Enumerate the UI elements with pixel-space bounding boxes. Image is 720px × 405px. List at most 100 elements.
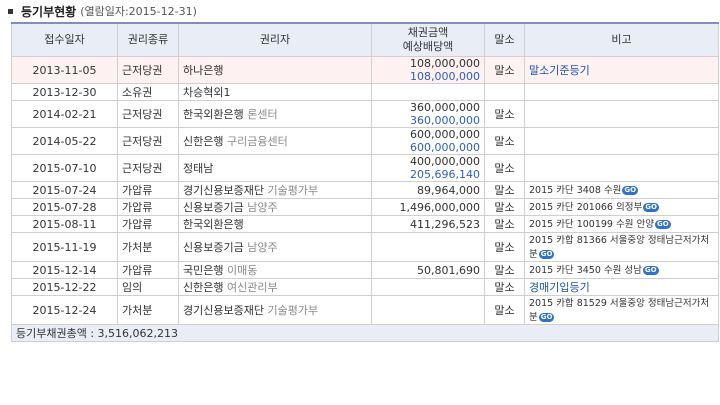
amount-value: 89,964,000 [417,183,480,197]
cell-date: 2015-08-11 [11,215,118,233]
holder-name: 신한은행 [183,135,224,148]
cell-date: 2014-05-22 [11,127,118,155]
remark-text: 2015 카합 81366 서울중앙 정태남근저가처분 [529,235,710,260]
go-button[interactable]: GO [643,202,659,212]
cell-cancel: 말소 [484,215,525,233]
cell-amount: 1,496,000,000 [371,198,485,216]
cell-date: 2013-11-05 [11,56,118,84]
amount-value: 360,000,000 [410,101,480,115]
col-header-amount: 채권금액 예상배당액 [371,22,485,57]
cell-date: 2015-07-28 [11,198,118,216]
cell-amount: 89,964,000 [371,181,485,199]
cell-type: 근저당권 [117,56,179,84]
cell-remarks [524,127,719,155]
go-button[interactable]: GO [538,312,555,322]
cell-cancel: 말소 [484,295,525,325]
cell-remarks: 말소기준등기 [524,56,719,84]
cell-type: 근저당권 [117,100,179,128]
cell-type: 임의 [117,278,179,296]
registry-table: 접수일자 권리종류 권리자 채권금액 예상배당액 말소 비고 2013-11-0… [11,22,719,342]
table-row: 2014-05-22 근저당권 신한은행 구리금융센터 600,000,000 600,… [11,127,719,155]
cell-type: 가압류 [117,215,179,233]
cell-cancel: 말소 [484,127,525,155]
cell-remarks: 경매기입등기 [524,278,719,296]
holder-name: 신용보증기금 [183,201,244,214]
cell-cancel: 말소 [484,278,525,296]
table-row: 2015-07-24 가압류 경기신용보증재단 기술평가부 89,964,000 말소 2… [11,181,719,199]
table-row: 2015-11-19 가처분 신용보증기금 남양주 말소 2015 카합 81366 서… [11,232,719,262]
cell-amount [371,83,485,101]
remark-text: 2015 카합 81529 서울중앙 정태남근저가처분 [529,298,710,323]
holder-branch: 론센터 [247,108,278,121]
table-header-row: 접수일자 권리종류 권리자 채권금액 예상배당액 말소 비고 [11,22,719,57]
amount-value: 411,296,523 [410,217,480,231]
cell-amount [371,295,485,325]
cell-remarks: 2015 카합 81529 서울중앙 정태남근저가처분 GO [524,295,719,325]
cell-holder: 신한은행 여신관리부 [178,278,372,296]
holder-name: 차승혁외1 [183,86,231,99]
cell-holder: 정태남 [178,154,372,182]
section-title: 등기부현황 [21,4,77,19]
total-value: 3,516,062,213 [97,327,179,340]
cell-remarks: 2015 카단 100199 수원 안양 GO [524,215,719,233]
table-row: 2013-12-30 소유권 차승혁외1 [11,83,719,101]
col-header-type: 권리종류 [117,22,179,57]
holder-name: 한국외환은행 [183,218,244,231]
holder-name: 국민은행 [183,264,224,277]
total-cell: 등기부채권총액 : 3,516,062,213 [11,324,719,342]
cell-cancel: 말소 [484,181,525,199]
cell-holder: 신한은행 구리금융센터 [178,127,372,155]
holder-name: 정태남 [183,162,214,175]
cell-date: 2015-12-22 [11,278,118,296]
cell-amount: 411,296,523 [371,215,485,233]
section-header: 등기부현황 (열람일자:2015-12-31) [0,0,720,22]
cell-cancel: 말소 [484,56,525,84]
holder-branch: 기술평가부 [267,304,319,317]
cell-type: 가처분 [117,295,179,325]
cell-holder: 하나은행 [178,56,372,84]
remark-text: 2015 카단 201066 의정부 [529,202,643,213]
holder-name: 한국외환은행 [183,108,244,121]
cell-remarks [524,100,719,128]
cell-cancel [484,83,525,101]
cell-type: 가압류 [117,261,179,279]
col-header-amount-label: 채권금액 [407,26,449,39]
cell-amount: 50,801,690 [371,261,485,279]
cell-holder: 경기신용보증재단 기술평가부 [178,295,372,325]
amount-value: 1,496,000,000 [399,200,480,214]
holder-name: 경기신용보증재단 [183,184,264,197]
go-button[interactable]: GO [642,265,659,275]
amount-value: 600,000,000 [410,128,480,142]
go-button[interactable]: GO [654,219,671,229]
table-row: 2015-12-14 가압류 국민은행 이매동 50,801,690 말소 2015 카단… [11,261,719,279]
holder-name: 신한은행 [183,281,224,294]
cell-remarks [524,83,719,101]
cell-date: 2014-02-21 [11,100,118,128]
table-row: 2015-07-28 가압류 신용보증기금 남양주 1,496,000,000 말소 20… [11,198,719,216]
cell-type: 근저당권 [117,127,179,155]
holder-branch: 남양주 [247,241,278,254]
bullet-square-icon [8,8,13,14]
remark-link[interactable]: 경매기입등기 [529,281,590,294]
go-button[interactable]: GO [538,249,555,259]
cell-date: 2015-12-24 [11,295,118,325]
cell-holder: 경기신용보증재단 기술평가부 [178,181,372,199]
holder-name: 경기신용보증재단 [183,304,264,317]
cell-remarks: 2015 카단 3408 수원 GO [524,181,719,199]
holder-branch: 여신관리부 [226,281,278,294]
total-row: 등기부채권총액 : 3,516,062,213 [11,324,719,342]
remark-link[interactable]: 말소기준등기 [529,64,590,77]
cell-cancel: 말소 [484,261,525,279]
table-row: 2015-12-22 임의 신한은행 여신관리부 말소 경매기입등기 [11,278,719,296]
go-button[interactable]: GO [622,185,639,195]
remark-text: 2015 카단 3408 수원 [529,185,622,196]
cell-holder: 한국외환은행 론센터 [178,100,372,128]
view-date: (열람일자:2015-12-31) [80,5,197,18]
col-header-expected-label: 예상배당액 [402,40,454,53]
holder-branch: 남양주 [247,201,278,214]
cell-cancel: 말소 [484,198,525,216]
cell-date: 2015-07-24 [11,181,118,199]
cell-cancel: 말소 [484,100,525,128]
cell-type: 가압류 [117,198,179,216]
cell-date: 2015-07-10 [11,154,118,182]
